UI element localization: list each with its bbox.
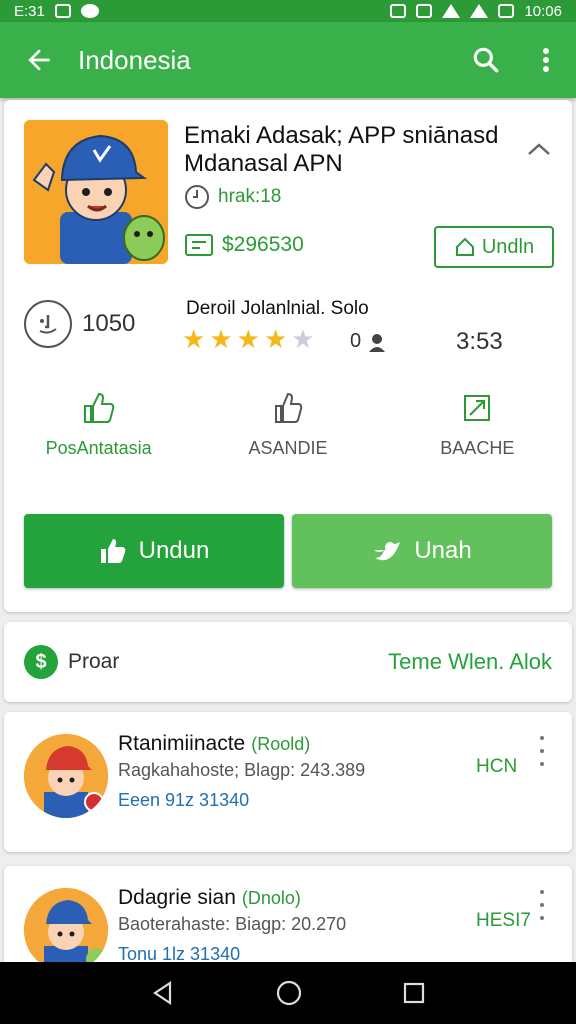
signal-icon (470, 4, 489, 18)
download-label: Undun (138, 537, 210, 564)
share-label: Unah (414, 537, 472, 564)
app-title: Emaki Adasak; APP sniānasd Mdanasal APN (184, 122, 499, 177)
item-subtitle: Ragkahahoste; Blagp: 243.389 (118, 760, 366, 780)
star-icon: ★ (236, 324, 260, 354)
app-detail-card: Emaki Adasak; APP sniānasd Mdanasal APN … (4, 100, 572, 612)
search-button[interactable] (456, 22, 516, 98)
install-label: Undln (481, 235, 535, 258)
overflow-menu-button[interactable] (516, 22, 576, 98)
image-icon (54, 4, 71, 18)
rating-face-icon (24, 300, 72, 348)
home-nav-icon[interactable] (275, 979, 303, 1007)
search-icon (473, 47, 499, 73)
clock-icon (185, 185, 209, 209)
arrow-back-icon (28, 49, 50, 71)
open-in-icon (464, 395, 491, 421)
item-tag: (Dnolo) (241, 888, 301, 908)
duration-label: 3:53 (456, 328, 503, 355)
price-tag-icon (185, 234, 213, 256)
item-badge: HESI7 (476, 910, 531, 931)
action-open-label: BAACHE (440, 438, 515, 458)
back-button[interactable] (0, 22, 78, 98)
app-bar: Indonesia (0, 22, 576, 98)
chevron-up-icon (528, 143, 550, 155)
avatar (24, 734, 108, 818)
item-title: Rtanimiinacte (Roold) (118, 732, 310, 756)
action-row: PosAntatasia ASANDIE BAACHE (4, 390, 572, 470)
dollar-icon: $ (24, 645, 58, 679)
wifi-icon (442, 4, 461, 18)
bluetooth-icon (390, 4, 407, 18)
promo-link[interactable]: Teme Wlen. Alok (388, 649, 552, 675)
battery-icon (498, 4, 515, 18)
star-icon: ★ (209, 324, 233, 354)
item-title-text: Rtanimiinacte (118, 732, 246, 755)
item-title-text: Ddagrie sian (118, 886, 236, 909)
thumb-up-outline-icon (274, 392, 303, 423)
action-like-label: ASANDIE (248, 438, 328, 458)
bird-icon (374, 542, 401, 561)
price-row: $296530 (184, 232, 304, 258)
item-badge: HCN (476, 756, 518, 777)
action-open[interactable]: BAACHE (383, 390, 572, 470)
detail-title: Deroil Jolanlnial. Solo (186, 298, 369, 319)
item-tag: (Roold) (251, 734, 311, 754)
item-subtitle: Baoterahaste: Biagp: 20.270 (118, 914, 347, 934)
rating-block: 1050 Deroil Jolanlnial. Solo ★ ★ ★ ★ ★ 0 3:5… (24, 294, 554, 355)
rating-count: 1050 (82, 310, 136, 337)
status-time-left: E:31 (14, 2, 45, 20)
avatar (24, 888, 108, 972)
download-button[interactable]: Undun (24, 514, 284, 588)
status-bar: E:31 10:06 (0, 0, 576, 22)
status-time-right: 10:06 (524, 2, 562, 20)
action-recommend[interactable]: PosAntatasia (4, 390, 193, 470)
back-nav-icon[interactable] (150, 980, 176, 1006)
more-vert-icon (543, 48, 549, 72)
thumb-up-filled-icon (100, 539, 125, 563)
thumb-up-icon (83, 392, 114, 423)
home-icon (455, 237, 474, 256)
install-button[interactable]: Undln (434, 226, 554, 268)
star-icon: ★ (263, 324, 288, 354)
promo-card: $ Proar Teme Wlen. Alok (4, 622, 572, 702)
list-item[interactable]: Rtanimiinacte (Roold) Ragkahahoste; Blagp… (4, 712, 572, 852)
recents-nav-icon[interactable] (402, 981, 426, 1005)
navigation-bar (0, 962, 576, 1024)
app-icon (24, 120, 168, 264)
review-count: 0 (350, 330, 387, 353)
person-icon (369, 333, 386, 352)
star-rating: ★ ★ ★ ★ ★ (182, 326, 315, 352)
item-menu-button[interactable] (532, 890, 552, 920)
star-icon: ★ (182, 324, 206, 354)
item-price: Eeen 91z 31340 (118, 790, 250, 810)
item-title: Ddagrie sian (Dnolo) (118, 886, 301, 910)
action-like[interactable]: ASANDIE (193, 390, 382, 470)
share-button[interactable]: Unah (292, 514, 552, 588)
promo-label: Proar (68, 650, 120, 673)
action-recommend-label: PosAntatasia (45, 438, 152, 458)
star-icon: ★ (291, 324, 315, 354)
item-menu-button[interactable] (532, 736, 552, 766)
page-title: Indonesia (78, 44, 191, 75)
vibrate-icon (416, 4, 433, 18)
review-count-value: 0 (350, 330, 362, 352)
time-label: hrak:18 (218, 186, 282, 207)
expand-button[interactable] (524, 134, 554, 164)
price-label: $296530 (222, 233, 304, 256)
notification-icon (80, 4, 99, 18)
time-row: hrak:18 (184, 184, 281, 210)
